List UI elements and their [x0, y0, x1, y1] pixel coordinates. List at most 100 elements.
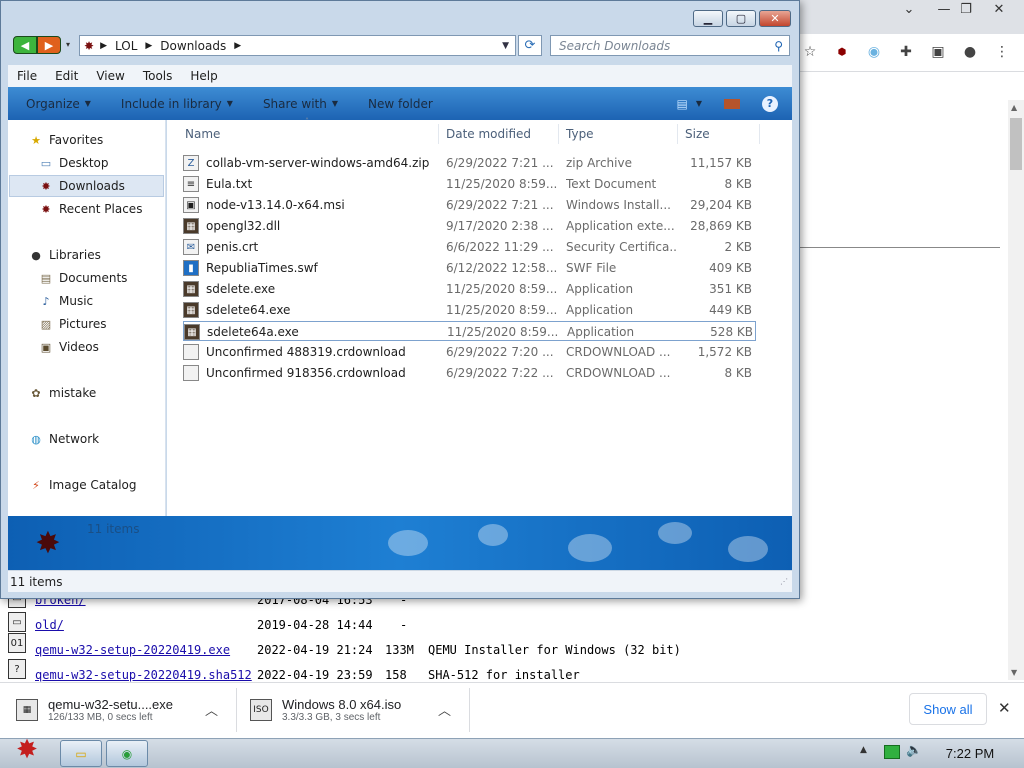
- chevron-down-icon[interactable]: ⌄: [893, 0, 925, 18]
- include-library-button[interactable]: Include in library ▼: [121, 97, 233, 111]
- refresh-button[interactable]: ⟳: [518, 35, 542, 56]
- breadcrumb-chevron-icon[interactable]: ▶: [234, 41, 241, 51]
- nav-music[interactable]: ♪ Music: [38, 290, 93, 312]
- exe-file-icon: ▦: [16, 699, 38, 721]
- share-with-button[interactable]: Share with ▼: [263, 97, 338, 111]
- nav-favorites[interactable]: ★ Favorites: [28, 129, 103, 151]
- column-header-type[interactable]: Type: [562, 124, 678, 144]
- search-icon[interactable]: ⚲: [774, 39, 783, 53]
- chrome-taskbar-button[interactable]: ◉: [106, 740, 148, 767]
- breadcrumb-item[interactable]: Downloads: [160, 39, 226, 53]
- file-row[interactable]: Unconfirmed 918356.crdownload 6/29/2022 …: [183, 363, 756, 383]
- file-row[interactable]: ▦ opengl32.dll 9/17/2020 2:38 ... Applica…: [183, 216, 756, 236]
- chevron-up-icon[interactable]: ︿: [205, 700, 218, 719]
- file-row[interactable]: Unconfirmed 488319.crdownload 6/29/2022 …: [183, 342, 756, 362]
- show-all-button[interactable]: Show all: [909, 693, 987, 725]
- file-name-cell: ≡ Eula.txt: [183, 174, 438, 194]
- listing-link[interactable]: qemu-w32-setup-20220419.sha512: [35, 668, 252, 682]
- file-type: Security Certifica...: [566, 240, 676, 254]
- new-folder-button[interactable]: New folder: [368, 97, 433, 111]
- nav-libraries[interactable]: ● Libraries: [28, 244, 101, 266]
- breadcrumb-item[interactable]: LOL: [115, 39, 137, 53]
- network-tray-icon[interactable]: [884, 745, 900, 759]
- nav-documents[interactable]: ▤ Documents: [38, 267, 128, 289]
- file-row[interactable]: ▦ sdelete64.exe 11/25/2020 8:59... Applic…: [183, 300, 756, 320]
- file-size: 528 KB: [710, 325, 753, 339]
- nav-recent-places[interactable]: ✸ Recent Places: [38, 198, 142, 220]
- star-icon[interactable]: ☆: [800, 42, 820, 62]
- column-header-date[interactable]: Date modified: [442, 124, 559, 144]
- download-item[interactable]: ▦ qemu-w32-setu....exe 126/133 MB, 0 sec…: [16, 688, 173, 732]
- organize-button[interactable]: Organize ▼: [26, 97, 91, 111]
- menu-icon[interactable]: ⋮: [992, 42, 1012, 62]
- column-header-name[interactable]: Name: [181, 124, 439, 144]
- file-row[interactable]: Zcollab-vm-server-windows-amd64.zip 6/29…: [183, 153, 756, 173]
- file-name: collab-vm-server-windows-amd64.zip: [206, 156, 430, 170]
- breadcrumb-chevron-icon[interactable]: ▶: [100, 41, 107, 51]
- puzzle-icon[interactable]: ✚: [896, 42, 916, 62]
- blank-file-icon: [183, 365, 199, 381]
- close-button[interactable]: ✕: [759, 10, 791, 27]
- maximize-button[interactable]: ▢: [726, 10, 756, 27]
- ublock-icon[interactable]: ⬢: [832, 42, 852, 62]
- tray-up-icon[interactable]: ▲: [860, 745, 867, 755]
- nav-pictures[interactable]: ▨ Pictures: [38, 313, 107, 335]
- recent-pages-icon[interactable]: ▾: [66, 40, 70, 49]
- menu-file[interactable]: File: [8, 69, 46, 83]
- scroll-down-icon[interactable]: ▼: [1011, 668, 1017, 677]
- chevron-down-icon[interactable]: ▼: [696, 99, 702, 108]
- close-icon[interactable]: ✕: [998, 699, 1011, 717]
- close-icon[interactable]: ✕: [983, 0, 1015, 18]
- file-row[interactable]: ≡ Eula.txt 11/25/2020 8:59... Text Docume…: [183, 174, 756, 194]
- chevron-up-icon[interactable]: ︿: [438, 700, 451, 719]
- file-row[interactable]: ▣ node-v13.14.0-x64.msi 6/29/2022 7:21 ..…: [183, 195, 756, 215]
- back-button[interactable]: ◀: [13, 36, 37, 54]
- address-dropdown-icon[interactable]: ▼: [502, 41, 509, 51]
- nav-downloads[interactable]: ✸ Downloads: [38, 175, 125, 197]
- nav-desktop[interactable]: ▭ Desktop: [38, 152, 109, 174]
- file-size: 1,572 KB: [697, 345, 752, 359]
- nav-label: Music: [59, 294, 94, 308]
- extension-flag-icon[interactable]: ◉: [864, 42, 884, 62]
- file-row[interactable]: ▦ sdelete.exe 11/25/2020 8:59... Applicat…: [183, 279, 756, 299]
- desktop-icon: ▭: [40, 156, 52, 170]
- menu-help[interactable]: Help: [181, 69, 226, 83]
- forward-button[interactable]: ▶: [37, 36, 61, 54]
- explorer-taskbar-button[interactable]: ▭: [60, 740, 102, 767]
- view-options-icon[interactable]: ▤: [677, 97, 688, 111]
- decorative-bubble: [658, 522, 692, 544]
- file-row[interactable]: ✉ penis.crt 6/6/2022 11:29 ... Security C…: [183, 237, 756, 257]
- menu-view[interactable]: View: [87, 69, 133, 83]
- address-bar[interactable]: ✸ ▶ LOL ▶ Downloads ▶ ▼: [79, 35, 516, 56]
- minimize-button[interactable]: ▁: [693, 10, 723, 27]
- nav-label: Libraries: [49, 248, 101, 262]
- nav-mistake[interactable]: ✿ mistake: [28, 382, 96, 404]
- scroll-up-icon[interactable]: ▲: [1011, 103, 1017, 112]
- start-button[interactable]: ✸: [4, 732, 50, 768]
- nav-videos[interactable]: ▣ Videos: [38, 336, 99, 358]
- file-row[interactable]: ▮ RepubliaTimes.swf 6/12/2022 12:58... SW…: [183, 258, 756, 278]
- listing-link[interactable]: old/: [35, 618, 64, 632]
- preview-pane-icon[interactable]: [724, 98, 740, 109]
- taskbar-clock[interactable]: 7:22 PM: [935, 740, 1005, 766]
- divider: [236, 688, 237, 732]
- volume-icon[interactable]: 🔈: [906, 743, 922, 758]
- menu-edit[interactable]: Edit: [46, 69, 87, 83]
- page-scrollbar[interactable]: [1008, 100, 1024, 680]
- scrollbar-thumb[interactable]: [1010, 118, 1022, 170]
- libraries-icon: ●: [31, 248, 41, 262]
- sidepanel-icon[interactable]: ▣: [928, 42, 948, 62]
- listing-link[interactable]: qemu-w32-setup-20220419.exe: [35, 643, 230, 657]
- nav-image-catalog[interactable]: ⚡ Image Catalog: [28, 474, 136, 496]
- restore-icon[interactable]: ❐: [950, 0, 982, 18]
- nav-network[interactable]: ◍ Network: [28, 428, 99, 450]
- download-item[interactable]: ISO Windows 8.0 x64.iso 3.3/3.3 GB, 3 se…: [250, 688, 401, 732]
- search-input[interactable]: Search Downloads ⚲: [550, 35, 790, 56]
- column-header-size[interactable]: Size: [681, 124, 760, 144]
- file-row-selected[interactable]: ▦ sdelete64a.exe 11/25/2020 8:59... Appli…: [183, 321, 756, 341]
- profile-icon[interactable]: ●: [960, 42, 980, 62]
- breadcrumb-chevron-icon[interactable]: ▶: [145, 41, 152, 51]
- resize-grip-icon[interactable]: ⋰: [780, 577, 788, 586]
- menu-tools[interactable]: Tools: [134, 69, 182, 83]
- help-icon[interactable]: ?: [762, 95, 778, 112]
